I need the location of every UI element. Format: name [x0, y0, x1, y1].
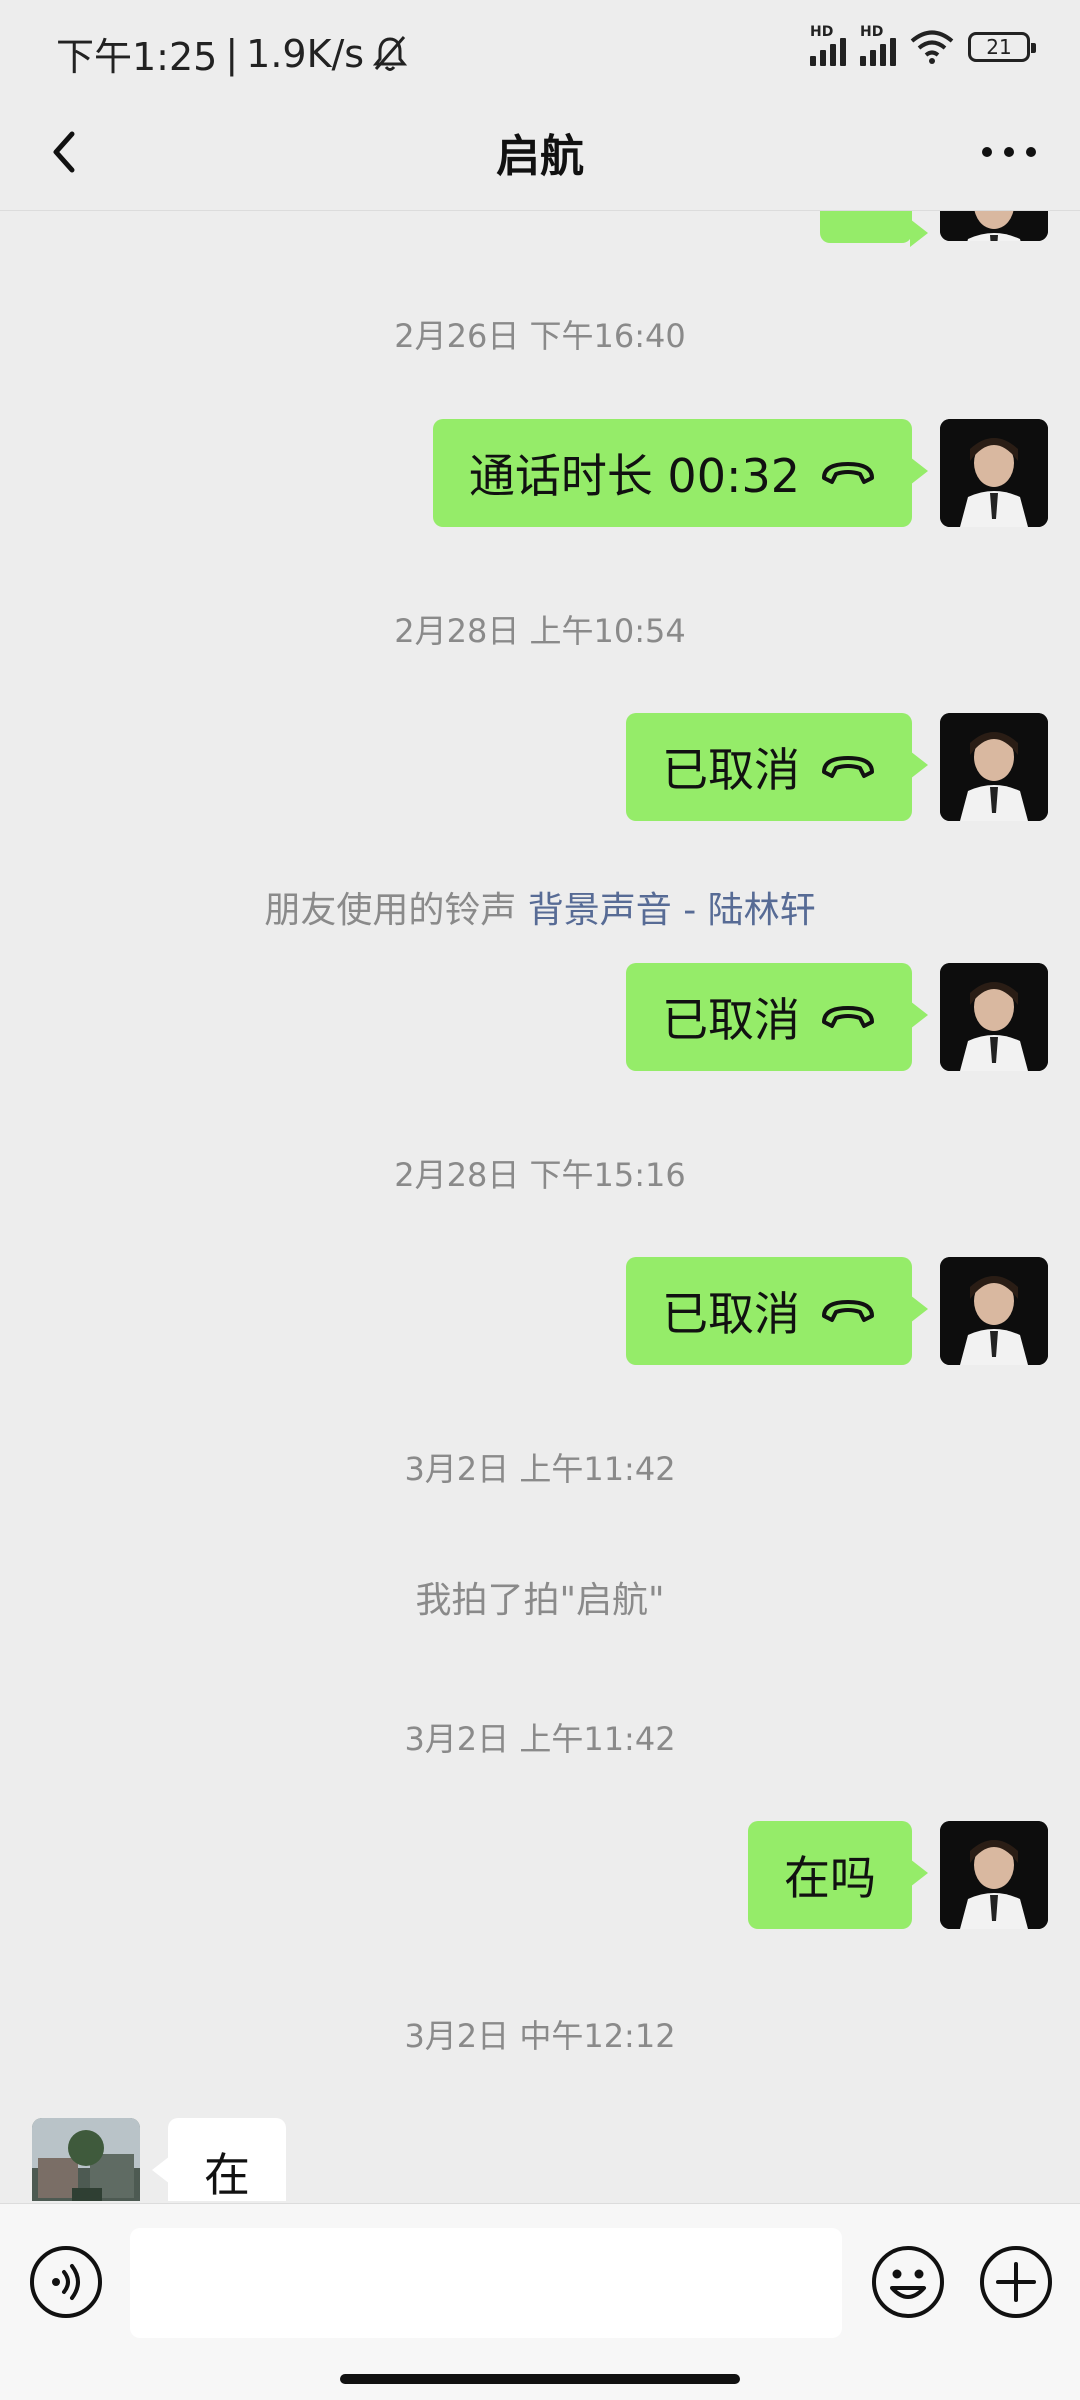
timestamp: 2月28日 下午15:16 — [394, 1156, 686, 1194]
chat-header: 启航 — [0, 96, 1080, 211]
avatar-other[interactable] — [32, 2118, 140, 2201]
timestamp: 3月2日 上午11:42 — [404, 1450, 676, 1488]
message-text: 在 — [204, 2148, 250, 2201]
status-separator: | — [225, 31, 239, 76]
call-cancelled-text: 已取消 — [662, 743, 800, 797]
avatar-me[interactable] — [940, 963, 1048, 1071]
signal-2-icon: HD — [860, 24, 896, 66]
emoji-icon[interactable] — [870, 2244, 946, 2320]
call-record-bubble[interactable]: 已取消 — [626, 1257, 928, 1365]
text-message-bubble[interactable]: 在 — [152, 2118, 286, 2201]
status-speed: 1.9K/s — [246, 31, 365, 76]
wifi-icon — [910, 30, 954, 64]
bell-off-icon — [372, 35, 408, 71]
message-text: 在吗 — [784, 1851, 876, 1905]
call-duration-text: 通话时长 00:32 — [468, 449, 800, 503]
ringtone-link[interactable]: 背景声音 - 陆林轩 — [528, 890, 816, 931]
status-left: 下午1:25 | 1.9K/s — [56, 26, 408, 81]
hd-label-2: HD — [860, 24, 884, 40]
call-record-bubble[interactable]: 通话时长 00:32 — [432, 419, 929, 527]
timestamp: 3月2日 中午12:12 — [404, 2017, 676, 2055]
chat-screen: 下午1:25 | 1.9K/s HD HD 21 启航 2月26日 下午16:4… — [0, 0, 1080, 2400]
more-dots-icon[interactable] — [974, 122, 1044, 182]
message-input[interactable] — [130, 2228, 842, 2338]
call-cancelled-text: 已取消 — [662, 993, 800, 1047]
call-record-bubble[interactable]: 已取消 — [626, 713, 928, 821]
ringtone-prefix: 朋友使用的铃声 — [264, 890, 517, 931]
call-record-bubble[interactable]: 已取消 — [626, 963, 928, 1071]
pat-notice: 我拍了拍"启航" — [415, 1580, 665, 1621]
call-cancelled-text: 已取消 — [662, 1287, 800, 1341]
timestamp: 2月26日 下午16:40 — [394, 317, 686, 355]
battery-icon: 21 — [968, 32, 1036, 62]
message-bubble-partial[interactable] — [820, 211, 928, 247]
avatar-me[interactable] — [940, 1821, 1048, 1929]
timestamp: 3月2日 上午11:42 — [404, 1720, 676, 1758]
avatar-me[interactable] — [940, 713, 1048, 821]
phone-hangup-icon — [822, 1300, 874, 1322]
status-right: HD HD 21 — [810, 24, 1036, 66]
home-indicator[interactable] — [340, 2374, 740, 2384]
ringtone-notice: 朋友使用的铃声 背景声音 - 陆林轩 — [0, 881, 1080, 933]
status-time: 下午1:25 — [56, 35, 218, 79]
chat-title: 启航 — [496, 131, 584, 182]
hd-label-1: HD — [810, 24, 834, 40]
phone-hangup-icon — [822, 756, 874, 778]
message-list[interactable]: 2月26日 下午16:40 通话时长 00:32 2月28日 上午10:54 已… — [0, 211, 1080, 2201]
voice-icon[interactable] — [28, 2244, 104, 2320]
signal-1-icon: HD — [810, 24, 846, 66]
timestamp: 2月28日 上午10:54 — [394, 612, 686, 650]
battery-level: 21 — [986, 35, 1012, 59]
status-bar: 下午1:25 | 1.9K/s HD HD 21 — [0, 0, 1080, 96]
phone-hangup-icon — [822, 1006, 874, 1028]
avatar-me[interactable] — [940, 1257, 1048, 1365]
plus-icon[interactable] — [978, 2244, 1054, 2320]
avatar-me[interactable] — [940, 211, 1048, 241]
phone-hangup-icon — [822, 462, 874, 484]
text-message-bubble[interactable]: 在吗 — [748, 1821, 928, 1929]
avatar-me[interactable] — [940, 419, 1048, 527]
input-bar — [0, 2203, 1080, 2400]
